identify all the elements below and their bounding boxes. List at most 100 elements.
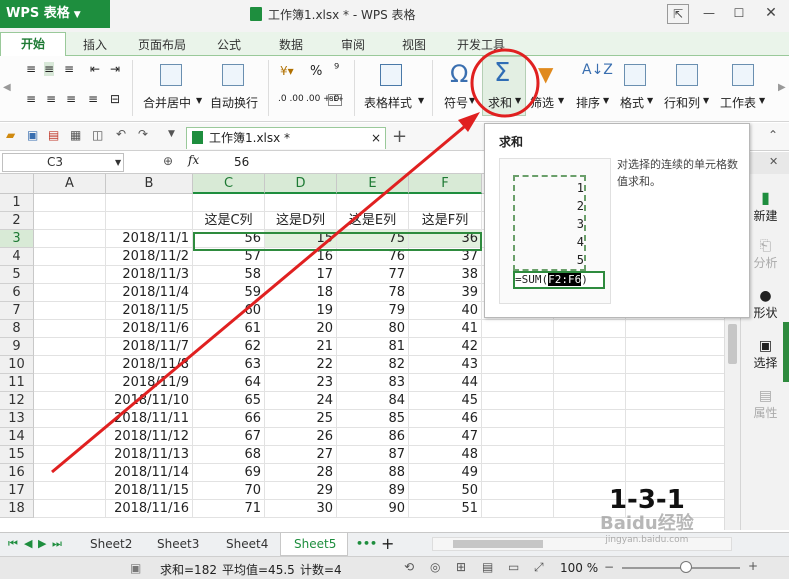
cell-b6[interactable]: 2018/11/4	[106, 284, 193, 302]
cell-x15[interactable]	[482, 446, 554, 464]
cell-f13[interactable]: 46	[409, 410, 482, 428]
last-sheet-icon[interactable]: ⏭	[52, 537, 62, 551]
cell-d14[interactable]: 26	[265, 428, 337, 446]
row-header[interactable]: 14	[0, 428, 34, 446]
select-all-corner[interactable]	[0, 174, 34, 194]
cell-b8[interactable]: 2018/11/6	[106, 320, 193, 338]
cell-d15[interactable]: 27	[265, 446, 337, 464]
cell-c17[interactable]: 70	[193, 482, 265, 500]
prev-sheet-icon[interactable]: ◀	[24, 537, 32, 550]
cell-a17[interactable]	[34, 482, 106, 500]
cell-e17[interactable]: 89	[337, 482, 409, 500]
normal-view-icon[interactable]: ⊞	[456, 560, 466, 574]
sheet-tab-sheet4[interactable]: Sheet4	[226, 537, 268, 551]
format-icon[interactable]	[624, 64, 646, 86]
cell-x12[interactable]	[482, 392, 554, 410]
cell-e15[interactable]: 87	[337, 446, 409, 464]
document-tab[interactable]: 工作簿1.xlsx * ×	[186, 127, 386, 149]
cell-f1[interactable]	[409, 194, 482, 212]
cell-a11[interactable]	[34, 374, 106, 392]
cell-b1[interactable]	[106, 194, 193, 212]
open-folder-icon[interactable]: ▰	[6, 128, 15, 142]
cell-e8[interactable]: 80	[337, 320, 409, 338]
cell-e5[interactable]: 77	[337, 266, 409, 284]
app-menu-button[interactable]: WPS 表格 ▼	[0, 0, 110, 28]
chevron-down-icon[interactable]: ▼	[168, 129, 175, 139]
new-tab-icon[interactable]: +	[392, 126, 407, 147]
rows-columns-button[interactable]: 行和列	[664, 94, 700, 111]
zoom-level[interactable]: 100 %	[560, 561, 598, 575]
cell-b12[interactable]: 2018/11/10	[106, 392, 193, 410]
row-header[interactable]: 6	[0, 284, 34, 302]
cell-a4[interactable]	[34, 248, 106, 266]
cell-a3[interactable]	[34, 230, 106, 248]
formula-input[interactable]: 56	[234, 155, 249, 169]
close-tab-icon[interactable]: ×	[371, 128, 381, 148]
cell-y11[interactable]	[554, 374, 626, 392]
column-header-a[interactable]: A	[34, 174, 106, 194]
cell-d13[interactable]: 25	[265, 410, 337, 428]
cell-x18[interactable]	[482, 500, 554, 518]
cell-f17[interactable]: 50	[409, 482, 482, 500]
sheet-tab-sheet2[interactable]: Sheet2	[90, 537, 132, 551]
cell-c14[interactable]: 67	[193, 428, 265, 446]
cell-b17[interactable]: 2018/11/15	[106, 482, 193, 500]
fullscreen-icon[interactable]: ⤢	[534, 560, 544, 575]
merge-center-button[interactable]: 合并居中	[143, 94, 191, 111]
chevron-down-icon[interactable]: ▼	[703, 96, 709, 105]
column-header-c[interactable]: C	[193, 174, 265, 194]
cell-a9[interactable]	[34, 338, 106, 356]
history-icon[interactable]: ⟲	[404, 560, 414, 574]
cell-e1[interactable]	[337, 194, 409, 212]
filter-icon[interactable]: ▼	[538, 62, 553, 86]
cell-f14[interactable]: 47	[409, 428, 482, 446]
cell-f10[interactable]: 43	[409, 356, 482, 374]
collapse-ribbon-icon[interactable]: ⌃	[768, 128, 778, 142]
chevron-down-icon[interactable]: ▼	[115, 154, 121, 171]
tab-home[interactable]: 开始	[0, 32, 66, 56]
cell-b4[interactable]: 2018/11/2	[106, 248, 193, 266]
cell-b9[interactable]: 2018/11/7	[106, 338, 193, 356]
cell-f12[interactable]: 45	[409, 392, 482, 410]
cell-e10[interactable]: 82	[337, 356, 409, 374]
cell-z8[interactable]	[626, 320, 740, 338]
merge-center-icon[interactable]	[160, 64, 182, 86]
print-preview-icon[interactable]: ◫	[92, 128, 103, 142]
cell-z10[interactable]	[626, 356, 740, 374]
thousands-separator-button[interactable]: ⁹	[334, 62, 339, 77]
cell-x16[interactable]	[482, 464, 554, 482]
cell-a5[interactable]	[34, 266, 106, 284]
cell-d7[interactable]: 19	[265, 302, 337, 320]
cell-c9[interactable]: 62	[193, 338, 265, 356]
cell-a13[interactable]	[34, 410, 106, 428]
cell-c11[interactable]: 64	[193, 374, 265, 392]
sum-button[interactable]: 求和	[488, 94, 512, 111]
cell-e9[interactable]: 81	[337, 338, 409, 356]
cell-a1[interactable]	[34, 194, 106, 212]
cell-b13[interactable]: 2018/11/11	[106, 410, 193, 428]
cell-b16[interactable]: 2018/11/14	[106, 464, 193, 482]
cell-x17[interactable]	[482, 482, 554, 500]
row-header[interactable]: 9	[0, 338, 34, 356]
cell-e7[interactable]: 79	[337, 302, 409, 320]
cell-e18[interactable]: 90	[337, 500, 409, 518]
cell-y9[interactable]	[554, 338, 626, 356]
cell-f18[interactable]: 51	[409, 500, 482, 518]
cell-e12[interactable]: 84	[337, 392, 409, 410]
cell-b2[interactable]	[106, 212, 193, 230]
column-header-f[interactable]: F	[409, 174, 482, 194]
row-header[interactable]: 10	[0, 356, 34, 374]
cell-a16[interactable]	[34, 464, 106, 482]
close-icon[interactable]: ✕	[769, 155, 778, 168]
cell-e11[interactable]: 83	[337, 374, 409, 392]
cell-z9[interactable]	[626, 338, 740, 356]
restore-layout-button[interactable]: ⇱	[667, 4, 689, 24]
column-header-b[interactable]: B	[106, 174, 193, 194]
cell-d6[interactable]: 18	[265, 284, 337, 302]
align-bottom-icon[interactable]: ≡	[64, 62, 74, 76]
chevron-down-icon[interactable]: ▼	[196, 96, 202, 105]
row-header[interactable]: 1	[0, 194, 34, 212]
row-header[interactable]: 17	[0, 482, 34, 500]
cell-d8[interactable]: 20	[265, 320, 337, 338]
cell-b14[interactable]: 2018/11/12	[106, 428, 193, 446]
